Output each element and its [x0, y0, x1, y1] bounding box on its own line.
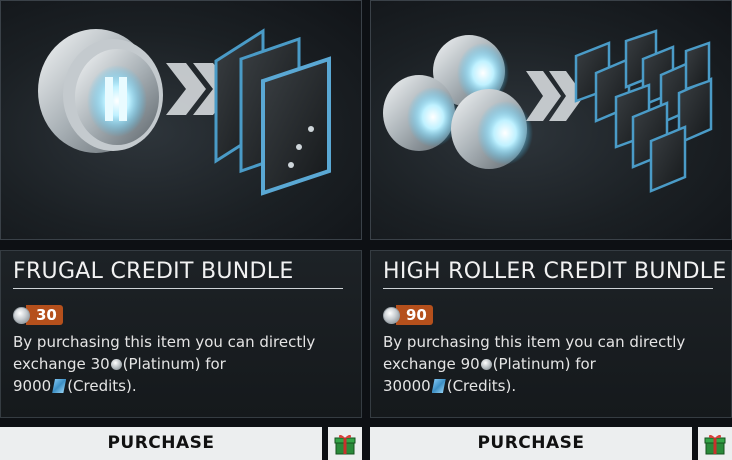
purchase-button[interactable]: PURCHASE: [0, 427, 322, 460]
gift-button[interactable]: [328, 427, 362, 460]
bundle-info-panel: HIGH ROLLER CREDIT BUNDLE 90 By purchasi…: [370, 250, 732, 418]
platinum-icon: [480, 359, 492, 370]
price-tag: 30: [13, 304, 63, 326]
gift-button[interactable]: [698, 427, 732, 460]
bundle-card-frugal[interactable]: FRUGAL CREDIT BUNDLE 30 By purchasing th…: [0, 0, 362, 460]
gift-icon: [334, 434, 356, 454]
platinum-icon: [383, 306, 400, 324]
price-badge: 90: [396, 305, 433, 325]
bundle-title: HIGH ROLLER CREDIT BUNDLE: [383, 259, 726, 289]
bundle-image-high-roller: [370, 0, 732, 240]
credit-panels-icon: [214, 28, 331, 196]
bundle-description: By purchasing this item you can directly…: [383, 333, 686, 395]
platinum-coin-icon: [38, 29, 163, 153]
bundle-title: FRUGAL CREDIT BUNDLE: [13, 259, 343, 289]
bundle-image-frugal: [0, 0, 362, 240]
credits-icon: [431, 379, 446, 393]
bundle-info-panel: FRUGAL CREDIT BUNDLE 30 By purchasing th…: [0, 250, 362, 418]
purchase-button[interactable]: PURCHASE: [370, 427, 692, 460]
platinum-icon: [110, 359, 122, 370]
price-tag: 90: [383, 304, 433, 326]
gift-icon: [704, 434, 726, 454]
credits-icon: [52, 379, 67, 393]
price-badge: 30: [26, 305, 63, 325]
bundle-description: By purchasing this item you can directly…: [13, 333, 316, 395]
platinum-icon: [13, 306, 30, 324]
bundle-card-high-roller[interactable]: HIGH ROLLER CREDIT BUNDLE 90 By purchasi…: [370, 0, 732, 460]
credit-panels-icon: [574, 29, 713, 193]
platinum-coins-icon: [383, 35, 533, 169]
